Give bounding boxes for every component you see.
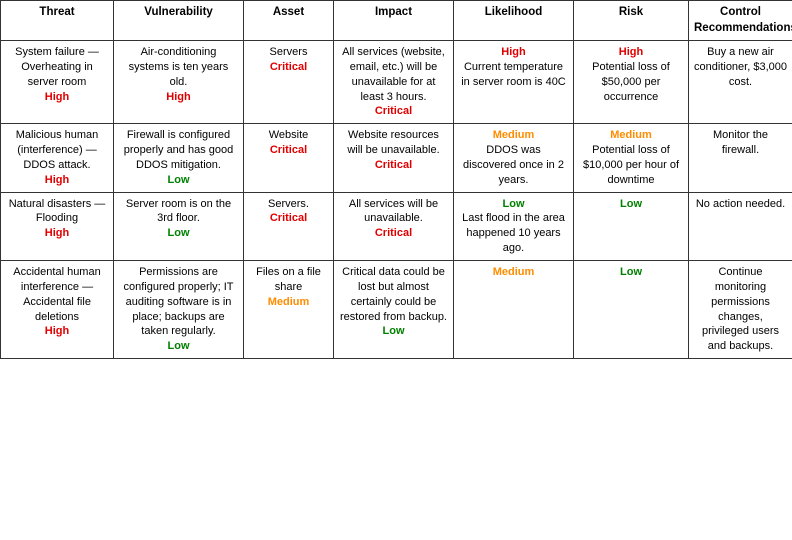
cell-impact: Website resources will be unavailable. C… xyxy=(334,124,454,192)
header-likelihood: Likelihood xyxy=(454,1,574,41)
table-row: Malicious human (interference) — DDOS at… xyxy=(1,124,792,192)
cell-asset: Servers. Critical xyxy=(244,192,334,260)
header-threat: Threat xyxy=(1,1,114,41)
cell-risk: High Potential loss of $50,000 per occur… xyxy=(574,41,689,124)
cell-impact: Critical data could be lost but almost c… xyxy=(334,261,454,359)
header-asset: Asset xyxy=(244,1,334,41)
cell-vulnerability: Firewall is configured properly and has … xyxy=(114,124,244,192)
cell-control: Continue monitoring permissions changes,… xyxy=(689,261,792,359)
cell-impact: All services will be unavailable. Critic… xyxy=(334,192,454,260)
cell-control: Buy a new air conditioner, $3,000 cost. xyxy=(689,41,792,124)
cell-vulnerability: Server room is on the 3rd floor. Low xyxy=(114,192,244,260)
table-row: System failure — Overheating in server r… xyxy=(1,41,792,124)
cell-threat: System failure — Overheating in server r… xyxy=(1,41,114,124)
cell-risk: Low xyxy=(574,261,689,359)
cell-likelihood: Medium xyxy=(454,261,574,359)
cell-likelihood: High Current temperature in server room … xyxy=(454,41,574,124)
header-impact: Impact xyxy=(334,1,454,41)
cell-control: Monitor the firewall. xyxy=(689,124,792,192)
cell-likelihood: Medium DDOS was discovered once in 2 yea… xyxy=(454,124,574,192)
cell-likelihood: Low Last flood in the area happened 10 y… xyxy=(454,192,574,260)
cell-asset: Website Critical xyxy=(244,124,334,192)
cell-risk: Low xyxy=(574,192,689,260)
cell-asset: Servers Critical xyxy=(244,41,334,124)
cell-impact: All services (website, email, etc.) will… xyxy=(334,41,454,124)
cell-threat: Malicious human (interference) — DDOS at… xyxy=(1,124,114,192)
header-vulnerability: Vulnerability xyxy=(114,1,244,41)
table-row: Natural disasters — Flooding HighServer … xyxy=(1,192,792,260)
cell-threat: Natural disasters — Flooding High xyxy=(1,192,114,260)
cell-control: No action needed. xyxy=(689,192,792,260)
cell-vulnerability: Permissions are configured properly; IT … xyxy=(114,261,244,359)
cell-threat: Accidental human interference — Accident… xyxy=(1,261,114,359)
cell-asset: Files on a file share Medium xyxy=(244,261,334,359)
risk-table: Threat Vulnerability Asset Impact Likeli… xyxy=(0,0,792,359)
cell-risk: Medium Potential loss of $10,000 per hou… xyxy=(574,124,689,192)
cell-vulnerability: Air-conditioning systems is ten years ol… xyxy=(114,41,244,124)
header-risk: Risk xyxy=(574,1,689,41)
table-row: Accidental human interference — Accident… xyxy=(1,261,792,359)
header-control: Control Recommendations xyxy=(689,1,792,41)
